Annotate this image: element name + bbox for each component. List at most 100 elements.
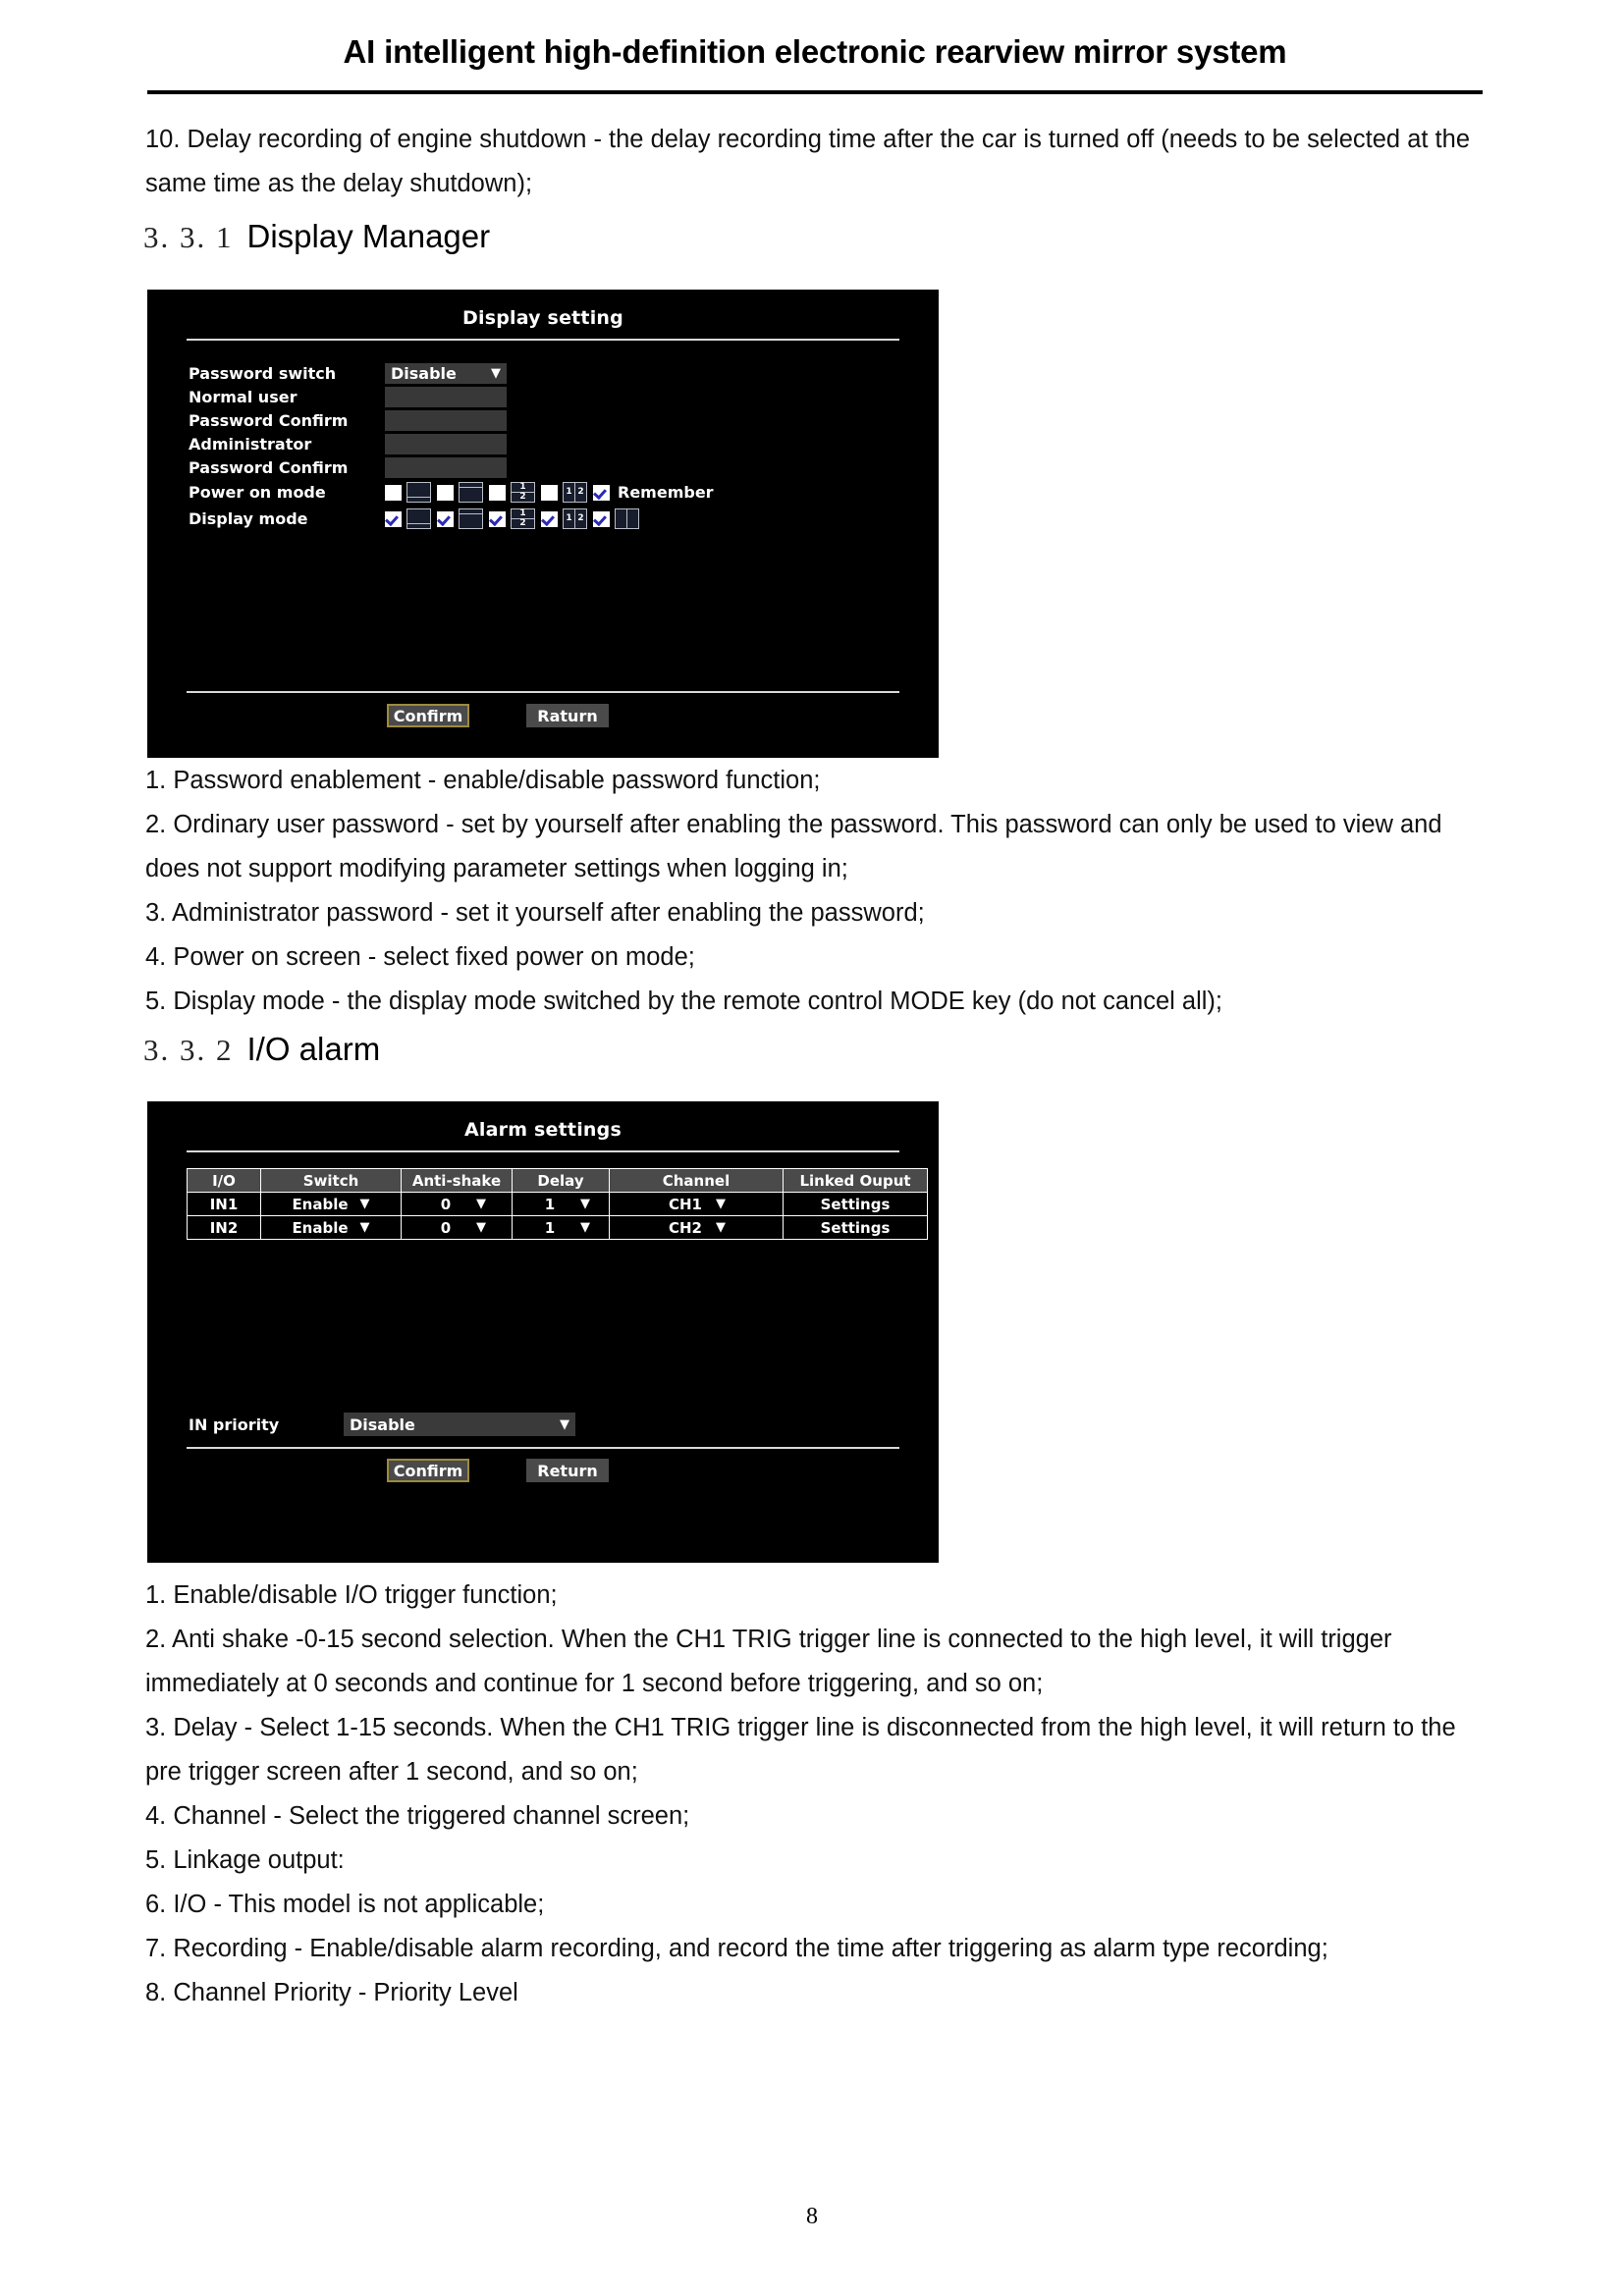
alarm-settings-table: I/O Switch Anti-shake Delay Channel Link… [187,1168,928,1240]
checkbox-display-layout-big-top-thin-bottom[interactable] [385,510,402,527]
alarm-note-7: 7. Recording - Enable/disable alarm reco… [145,1935,1328,1962]
cell-linked-output-in1[interactable]: Settings [783,1192,928,1216]
osd-bottom-divider [187,1447,899,1449]
cell-delay-in2-value: 1 [544,1218,556,1237]
column-header-io: I/O [187,1168,261,1193]
layout-big-top-thin-bottom-icon [406,482,431,503]
chevron-down-icon: ▼ [560,1416,569,1432]
checkbox-power-on-layout-split-horizontal[interactable] [489,484,506,501]
chevron-down-icon: ▼ [359,1220,370,1235]
row-password-confirm-admin: Password Confirm [189,457,507,478]
chevron-down-icon: ▼ [716,1197,726,1211]
column-header-anti-shake: Anti-shake [401,1168,513,1193]
cell-delay-in2[interactable]: 1 ▼ [512,1215,610,1240]
table-row: IN1 Enable ▼ 0 ▼ 1 ▼ CH1 ▼ Settings [187,1192,928,1216]
input-administrator[interactable] [385,434,507,454]
display-mode-option-1[interactable] [385,508,431,529]
return-button[interactable]: Raturn [526,704,609,727]
label-password-confirm-admin: Password Confirm [189,458,349,477]
display-mode-option-3[interactable]: 1 2 [489,508,535,529]
row-in-priority: IN priority Disable ▼ [189,1413,575,1436]
alarm-notes-block: 1. Enable/disable I/O trigger function; … [145,1574,1485,2015]
display-notes-block: 1. Password enablement - enable/disable … [145,759,1485,1024]
dropdown-in-priority[interactable]: Disable ▼ [344,1413,575,1436]
display-setting-buttons: Confirm Raturn [387,704,609,727]
layout-split-vertical-1-2-icon: 1 2 [563,508,587,529]
cell-switch-in1-value: Enable [292,1195,349,1213]
confirm-button[interactable]: Confirm [387,1459,469,1482]
power-on-mode-option-3[interactable]: 1 2 [489,482,535,503]
chevron-down-icon: ▼ [580,1197,590,1211]
section-title: I/O alarm [246,1031,381,1067]
checkbox-power-on-layout-thin-top-big-bottom[interactable] [437,484,454,501]
alarm-note-1: 1. Enable/disable I/O trigger function; [145,1581,558,1609]
checkbox-display-layout-split-vertical[interactable] [541,510,558,527]
column-header-delay: Delay [512,1168,610,1193]
label-display-mode: Display mode [189,509,308,528]
power-on-mode-option-1[interactable] [385,482,431,503]
input-password-confirm-admin[interactable] [385,457,507,478]
dropdown-password-switch-value: Disable [391,364,457,383]
power-on-mode-remember[interactable]: Remember [593,483,714,502]
power-on-mode-option-4[interactable]: 1 2 [541,482,587,503]
cell-delay-in1[interactable]: 1 ▼ [512,1192,610,1216]
display-mode-option-5[interactable] [593,508,639,529]
checkbox-power-on-layout-split-vertical[interactable] [541,484,558,501]
row-power-on-mode: Power on mode 1 2 1 2 Remember [189,482,714,503]
cell-channel-in1[interactable]: CH1 ▼ [609,1192,784,1216]
checkbox-power-on-layout-big-top-thin-bottom[interactable] [385,484,402,501]
table-header-row: I/O Switch Anti-shake Delay Channel Link… [187,1168,928,1193]
section-number: 3. 3. 2 [143,1033,234,1067]
label-administrator: Administrator [189,435,312,454]
display-mode-option-2[interactable] [437,508,483,529]
display-note-3: 3. Administrator password - set it yours… [145,899,925,927]
column-header-linked-output: Linked Ouput [783,1168,928,1193]
table-row: IN2 Enable ▼ 0 ▼ 1 ▼ CH2 ▼ Settings [187,1215,928,1240]
checkbox-remember[interactable] [593,484,610,501]
checkbox-display-layout-thin-top-big-bottom[interactable] [437,510,454,527]
display-setting-screenshot: Display setting Password switch Disable … [147,290,939,758]
input-normal-user[interactable] [385,387,507,407]
chevron-down-icon: ▼ [580,1220,590,1235]
cell-switch-in2-value: Enable [292,1218,349,1237]
cell-channel-in2[interactable]: CH2 ▼ [609,1215,784,1240]
cell-anti-shake-in1-value: 0 [440,1195,452,1213]
display-mode-options: 1 2 1 2 [385,508,639,529]
osd-top-divider [187,339,899,341]
row-administrator: Administrator [189,434,507,454]
layout-thin-top-big-bottom-icon [459,508,483,529]
display-mode-option-4[interactable]: 1 2 [541,508,587,529]
document-title: AI intelligent high-definition electroni… [343,33,1287,70]
label-remember: Remember [618,483,714,502]
cell-anti-shake-in2[interactable]: 0 ▼ [401,1215,513,1240]
chevron-down-icon: ▼ [476,1220,486,1235]
power-on-mode-option-2[interactable] [437,482,483,503]
layout-split-horizontal-1-2-icon: 1 2 [511,508,535,529]
layout-split-horizontal-1-2-icon: 1 2 [511,482,535,503]
cell-switch-in2[interactable]: Enable ▼ [260,1215,402,1240]
cell-switch-in1[interactable]: Enable ▼ [260,1192,402,1216]
document-header: AI intelligent high-definition electroni… [147,33,1483,71]
alarm-note-5: 5. Linkage output: [145,1846,345,1874]
label-password-switch: Password switch [189,364,337,383]
cell-channel-in1-value: CH1 [669,1195,702,1213]
display-note-4: 4. Power on screen - select fixed power … [145,943,695,971]
cell-io-in2: IN2 [187,1215,261,1240]
cell-anti-shake-in1[interactable]: 0 ▼ [401,1192,513,1216]
row-password-switch: Password switch Disable ▼ [189,363,507,384]
intro-paragraph-block: 10. Delay recording of engine shutdown -… [145,118,1485,206]
return-button[interactable]: Return [526,1459,609,1482]
confirm-button[interactable]: Confirm [387,704,469,727]
checkbox-display-layout-split-horizontal[interactable] [489,510,506,527]
chevron-down-icon: ▼ [359,1197,370,1211]
row-normal-user: Normal user [189,387,507,407]
label-password-confirm-user: Password Confirm [189,411,349,430]
input-password-confirm-user[interactable] [385,410,507,431]
dropdown-password-switch[interactable]: Disable ▼ [385,363,507,384]
layout-big-top-thin-bottom-icon [406,508,431,529]
alarm-note-3: 3. Delay - Select 1-15 seconds. When the… [145,1714,1456,1786]
checkbox-display-layout-split-vertical-plain[interactable] [593,510,610,527]
alarm-note-8: 8. Channel Priority - Priority Level [145,1979,518,2006]
cell-linked-output-in2[interactable]: Settings [783,1215,928,1240]
alarm-note-4: 4. Channel - Select the triggered channe… [145,1802,690,1830]
